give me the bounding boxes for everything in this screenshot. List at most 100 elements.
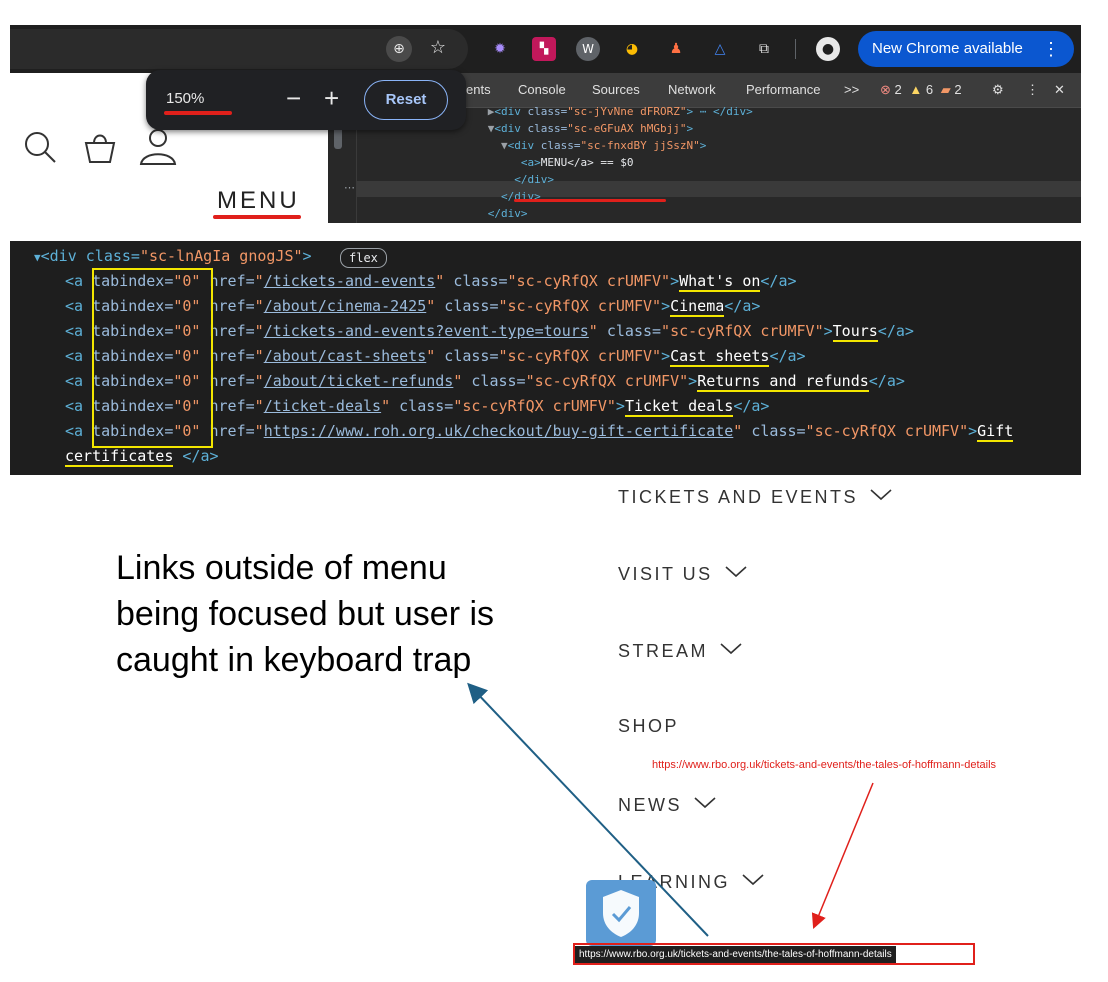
account-icon[interactable] xyxy=(138,127,178,167)
expand-arrow-icon[interactable]: ▼ xyxy=(34,251,41,264)
quote: " xyxy=(254,422,264,440)
cookie-consent-button[interactable] xyxy=(586,880,656,946)
chevron-down-icon xyxy=(742,870,764,891)
zoom-reset-button[interactable]: Reset xyxy=(364,80,448,120)
search-icon[interactable] xyxy=(22,129,58,165)
quote: " xyxy=(254,347,264,365)
quote: " xyxy=(426,297,436,315)
link-text: Ticket deals xyxy=(624,397,734,417)
class-attr: class= xyxy=(390,397,454,415)
code-snippet-panel: ▼<div class="sc-lnAgIa gnogJS"> flex <a … xyxy=(10,241,1081,475)
class-value: "sc-cyRfQX crUMFV" xyxy=(525,372,689,390)
zoom-out-button[interactable]: − xyxy=(286,84,301,112)
issues-icon: ▰ xyxy=(940,82,951,97)
close-tag: </a> xyxy=(769,347,806,365)
extension-w-icon[interactable]: W xyxy=(576,37,600,61)
devtools-status-counts[interactable]: ⊗ 2 ▲ 6 ▰ 2 xyxy=(880,82,962,98)
devtools-menu-icon[interactable]: ⋮ xyxy=(1026,82,1039,98)
tab-network[interactable]: Network xyxy=(668,82,716,97)
red-arrow xyxy=(811,782,874,929)
open-tag: </div> xyxy=(514,173,554,186)
extensions-puzzle-icon[interactable]: ⧉ xyxy=(752,37,776,61)
dom-tree-line[interactable]: <a>MENU</a> == $0 xyxy=(448,154,634,171)
quote: " xyxy=(254,372,264,390)
class-attr: class= xyxy=(435,297,499,315)
more-vertical-icon[interactable]: ⋮ xyxy=(1042,31,1060,67)
extension-gear-icon[interactable]: ✹ xyxy=(488,37,512,61)
quote: " xyxy=(254,397,264,415)
ellipsis-icon[interactable]: ⋯ xyxy=(344,181,355,194)
quote: " xyxy=(435,272,445,290)
link-text: Gift xyxy=(977,422,1014,442)
quote: " xyxy=(426,347,436,365)
anchor-open-tag: <a xyxy=(65,322,93,340)
dom-tree-line[interactable]: ▼<div class="sc-fnxdBY jjSszN"> xyxy=(448,137,706,154)
extension-grid-icon[interactable]: ▚ xyxy=(532,37,556,61)
zoom-popup: 150% − + Reset xyxy=(146,70,466,130)
more-tabs-button[interactable]: >> xyxy=(844,82,859,97)
menu-button[interactable]: MENU xyxy=(217,187,300,215)
nav-item[interactable]: SHOP xyxy=(618,716,679,737)
nav-item-label: STREAM xyxy=(618,641,709,661)
browser-screenshot: ⊕ ☆ ✹ ▚ W ◕ ♟ △ ⧉ ● New Chrome available… xyxy=(10,25,1081,223)
profile-avatar-icon[interactable]: ● xyxy=(816,37,840,61)
nav-item[interactable]: STREAM xyxy=(618,639,742,662)
dom-tree-line[interactable]: </div> xyxy=(448,188,541,205)
close-tag: </a> xyxy=(724,297,761,315)
extension-color-icon[interactable]: ◕ xyxy=(620,37,644,61)
tab-performance[interactable]: Performance xyxy=(746,82,820,97)
flex-badge[interactable]: flex xyxy=(340,248,387,268)
dom-tree-line[interactable]: ▶<div class="sc-jYvNne dFRORZ"> ⋯ </div> xyxy=(448,103,753,120)
chevron-down-icon xyxy=(694,793,716,814)
nav-item[interactable]: TICKETS AND EVENTS xyxy=(618,485,892,508)
extension-person-icon[interactable]: ♟ xyxy=(664,37,688,61)
bookmark-star-icon[interactable]: ☆ xyxy=(426,36,450,60)
close-tag: </a> xyxy=(877,322,914,340)
href-link[interactable]: /about/ticket-refunds xyxy=(264,372,454,390)
chevron-down-icon xyxy=(870,485,892,506)
link-text: Cinema xyxy=(670,297,725,317)
open-tag: <div xyxy=(494,122,528,135)
new-chrome-available-button[interactable]: New Chrome available ⋮ xyxy=(858,31,1074,67)
shield-check-icon xyxy=(603,890,639,937)
dom-tree-line[interactable]: </div> xyxy=(448,171,554,188)
attribute-name: class= xyxy=(540,139,581,152)
nav-item[interactable]: NEWS xyxy=(618,793,716,816)
dom-tree-line[interactable]: ▼<div class="sc-eGFuAX hMGbjj"> xyxy=(448,120,693,137)
basket-icon[interactable] xyxy=(82,129,118,165)
chrome-toolbar: ⊕ ☆ ✹ ▚ W ◕ ♟ △ ⧉ ● New Chrome available… xyxy=(10,25,1081,73)
href-link[interactable]: /about/cinema-2425 xyxy=(264,297,427,315)
attribute-name: class= xyxy=(527,122,568,135)
quote: " xyxy=(254,272,264,290)
zoom-in-button[interactable]: + xyxy=(324,84,339,112)
class-attr: class= xyxy=(444,272,508,290)
warning-count: 6 xyxy=(925,82,934,97)
open-tag: <div xyxy=(507,139,541,152)
settings-gear-icon[interactable]: ⚙ xyxy=(992,82,1004,98)
close-bracket: > xyxy=(661,297,671,315)
zoom-icon[interactable]: ⊕ xyxy=(386,36,412,62)
quote: " xyxy=(381,397,391,415)
tab-elements[interactable]: ents xyxy=(466,82,491,97)
tab-console[interactable]: Console xyxy=(518,82,566,97)
tab-sources[interactable]: Sources xyxy=(592,82,640,97)
close-devtools-icon[interactable]: ✕ xyxy=(1054,82,1065,98)
href-link[interactable]: https://www.roh.org.uk/checkout/buy-gift… xyxy=(264,422,734,440)
href-link[interactable]: /tickets-and-events xyxy=(264,272,436,290)
href-link[interactable]: /about/cast-sheets xyxy=(264,347,427,365)
anchor-open-tag: <a xyxy=(65,422,93,440)
nav-item[interactable]: VISIT US xyxy=(618,562,747,585)
nav-item-label: VISIT US xyxy=(618,564,713,584)
extension-triangle-icon[interactable]: △ xyxy=(708,37,732,61)
class-attr: class= xyxy=(435,347,499,365)
href-link[interactable]: /tickets-and-events?event-type=tours xyxy=(264,322,589,340)
class-value: "sc-cyRfQX crUMFV" xyxy=(507,272,671,290)
class-attr: class= xyxy=(742,422,806,440)
quote: " xyxy=(588,322,598,340)
close-tag: </a> xyxy=(760,272,797,290)
open-tag: <div xyxy=(494,105,528,118)
href-link[interactable]: /ticket-deals xyxy=(264,397,381,415)
dom-tree-line[interactable]: </div> xyxy=(448,205,528,222)
